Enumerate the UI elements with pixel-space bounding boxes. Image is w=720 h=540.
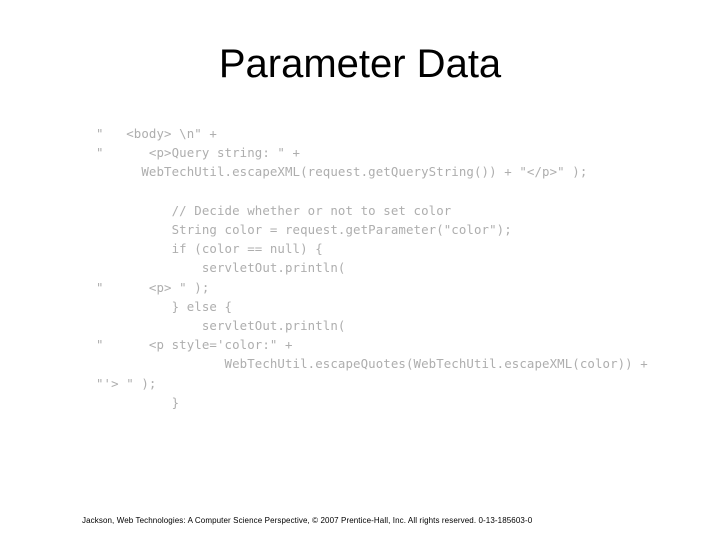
page-title: Parameter Data bbox=[218, 42, 502, 86]
code-line: " <p> " ); bbox=[96, 279, 210, 295]
code-listing: " <body> \n" + " <p>Query string: " + Web… bbox=[96, 124, 656, 412]
code-line: " <body> \n" + bbox=[96, 126, 217, 141]
slide-footer-copyright: Jackson, Web Technologies: A Computer Sc… bbox=[82, 516, 533, 525]
code-line: servletOut.println( bbox=[96, 260, 346, 276]
code-line: } bbox=[96, 394, 180, 410]
code-line: " <p style='color:" + bbox=[96, 337, 293, 353]
code-line: if (color == null) { bbox=[96, 241, 323, 257]
code-line: } else { bbox=[96, 298, 233, 314]
code-line: " <p>Query string: " + bbox=[96, 145, 301, 161]
code-line: WebTechUtil.escapeQuotes(WebTechUtil.esc… bbox=[96, 356, 648, 372]
code-line: servletOut.println( bbox=[96, 318, 346, 334]
code-line: WebTechUtil.escapeXML(request.getQuerySt… bbox=[96, 164, 588, 180]
code-line: "'> " ); bbox=[96, 375, 157, 391]
presentation-slide: Parameter Data " <body> \n" + " <p>Query … bbox=[0, 0, 720, 540]
code-line: String color = request.getParameter("col… bbox=[96, 222, 512, 238]
code-line: // Decide whether or not to set color bbox=[96, 202, 452, 218]
